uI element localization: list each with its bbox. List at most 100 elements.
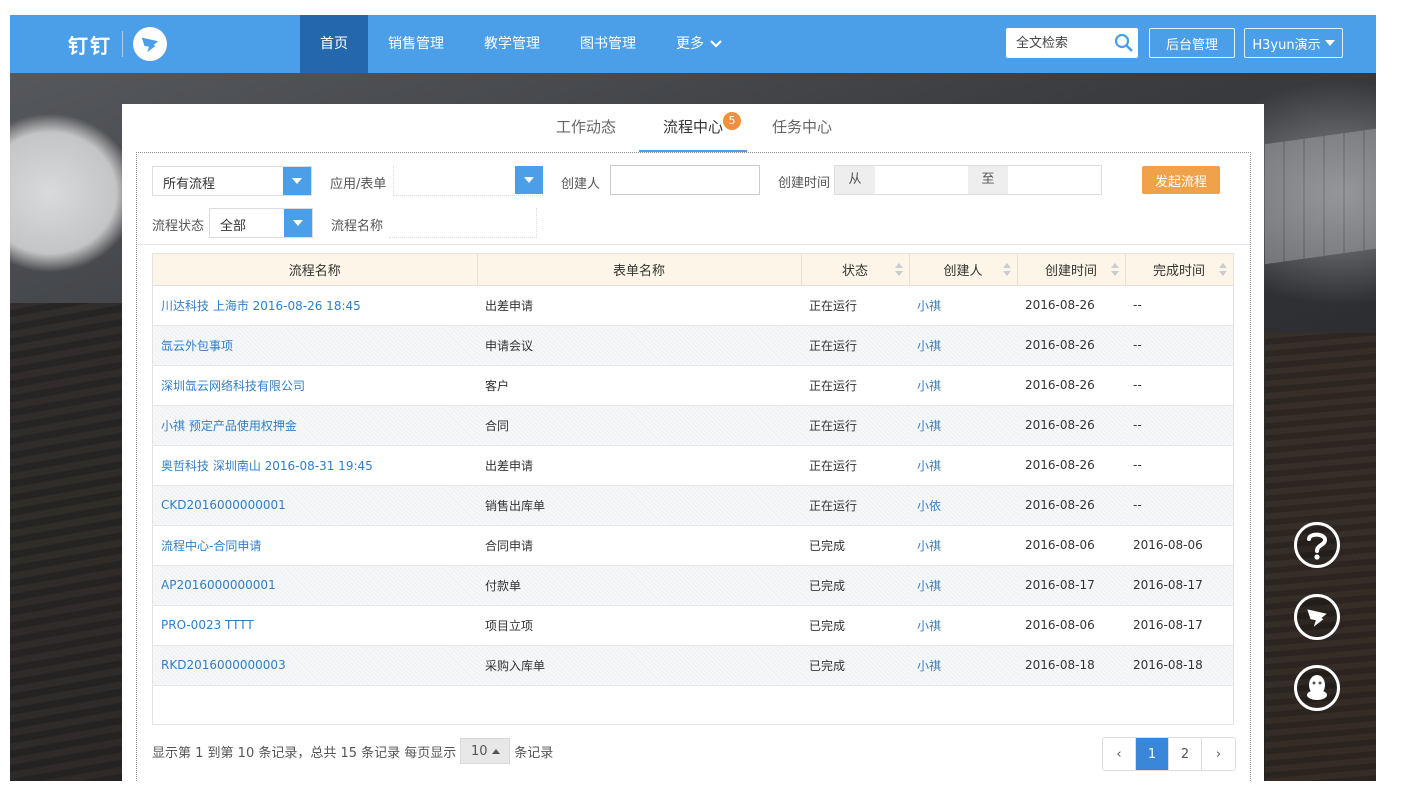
- table-row[interactable]: CKD2016000000001 销售出库单 正在运行 小依 2016-08-2…: [153, 485, 1233, 526]
- creator-link[interactable]: 小祺: [909, 565, 1017, 606]
- sort-icon: [894, 263, 903, 276]
- table-row[interactable]: 氙云外包事项 申请会议 正在运行 小祺 2016-08-26 --: [153, 325, 1233, 366]
- finished-time-cell: --: [1125, 325, 1233, 366]
- nav-item-sales[interactable]: 销售管理: [368, 15, 464, 73]
- main-panel: 工作动态 流程中心 5 任务中心 所有流程 应用/表单 创建人 创建时间 从 至…: [122, 104, 1264, 781]
- column-header-creator[interactable]: 创建人: [909, 254, 1018, 286]
- date-from-input[interactable]: [875, 166, 968, 194]
- form-name-cell: 出差申请: [477, 445, 801, 486]
- nav-item-home[interactable]: 首页: [300, 15, 368, 73]
- process-name-link[interactable]: CKD2016000000001: [153, 485, 477, 526]
- column-header-form-name[interactable]: 表单名称: [477, 254, 802, 286]
- help-button[interactable]: [1294, 522, 1340, 568]
- app-window: 钉钉 首页 销售管理 教学管理 图书管理 更多 后台管理 H3yun演示: [10, 15, 1376, 781]
- top-navbar: 钉钉 首页 销售管理 教学管理 图书管理 更多 后台管理 H3yun演示: [10, 15, 1376, 73]
- process-name-link[interactable]: AP2016000000001: [153, 565, 477, 606]
- nav-item-more[interactable]: 更多: [656, 15, 742, 73]
- process-name-link[interactable]: PRO-0023 TTTT: [153, 605, 477, 646]
- table-row[interactable]: 奥哲科技 深圳南山 2016-08-31 19:45 出差申请 正在运行 小祺 …: [153, 445, 1233, 486]
- pager-info-suffix: 条记录: [514, 745, 554, 761]
- search-icon[interactable]: [1114, 33, 1134, 53]
- creator-link[interactable]: 小祺: [909, 325, 1017, 366]
- select-value: 所有流程: [163, 177, 216, 192]
- logo-text: 钉钉: [68, 33, 112, 58]
- search-input[interactable]: [1006, 29, 1110, 57]
- table-row[interactable]: 流程中心-合同申请 合同申请 已完成 小祺 2016-08-06 2016-08…: [153, 525, 1233, 566]
- creator-link[interactable]: 小祺: [909, 645, 1017, 686]
- process-name-link[interactable]: 川达科技 上海市 2016-08-26 18:45: [153, 285, 477, 326]
- pager-info: 显示第 1 到第 10 条记录，总共 15 条记录 每页显示 10 条记录: [152, 738, 553, 764]
- chevron-down-icon: [710, 40, 722, 48]
- table-row[interactable]: RKD2016000000003 采购入库单 已完成 小祺 2016-08-18…: [153, 645, 1233, 686]
- caret-down-icon: [284, 209, 312, 237]
- process-name-link[interactable]: 深圳氙云网络科技有限公司: [153, 365, 477, 406]
- pagination: ‹ 1 2 ›: [1102, 737, 1236, 771]
- creator-link[interactable]: 小祺: [909, 525, 1017, 566]
- creator-link[interactable]: 小祺: [909, 445, 1017, 486]
- dingtalk-button[interactable]: [1294, 594, 1340, 640]
- table-row[interactable]: AP2016000000001 付款单 已完成 小祺 2016-08-17 20…: [153, 565, 1233, 606]
- form-name-cell: 合同: [477, 405, 801, 446]
- background-keyboard: [1265, 121, 1376, 265]
- start-process-button[interactable]: 发起流程: [1142, 166, 1220, 194]
- tab-label: 任务中心: [771, 118, 832, 136]
- process-name-link[interactable]: 奥哲科技 深圳南山 2016-08-31 19:45: [153, 445, 477, 486]
- created-time-cell: 2016-08-26: [1017, 485, 1125, 526]
- creator-link[interactable]: 小依: [909, 485, 1017, 526]
- tab-task-center[interactable]: 任务中心: [766, 116, 838, 152]
- creator-link[interactable]: 小祺: [909, 405, 1017, 446]
- status-cell: 已完成: [801, 645, 909, 686]
- form-name-cell: 合同申请: [477, 525, 801, 566]
- process-name-link[interactable]: 小祺 预定产品使用权押金: [153, 405, 477, 446]
- next-page-button[interactable]: ›: [1202, 738, 1235, 770]
- finished-time-cell: --: [1125, 365, 1233, 406]
- page-size-select[interactable]: 10: [460, 738, 511, 764]
- creator-link[interactable]: 小祺: [909, 285, 1017, 326]
- dingtalk-logo-icon: [133, 27, 167, 61]
- process-type-select[interactable]: 所有流程: [152, 166, 312, 196]
- nav-item-library[interactable]: 图书管理: [560, 15, 656, 73]
- prev-page-button[interactable]: ‹: [1103, 738, 1136, 770]
- date-to-input[interactable]: [1008, 166, 1101, 194]
- page-button-1[interactable]: 1: [1136, 738, 1169, 770]
- sort-icon: [1110, 263, 1119, 276]
- header-label: 表单名称: [612, 263, 665, 279]
- created-time-cell: 2016-08-26: [1017, 405, 1125, 446]
- sort-icon: [1002, 263, 1011, 276]
- table-row[interactable]: 深圳氙云网络科技有限公司 客户 正在运行 小祺 2016-08-26 --: [153, 365, 1233, 406]
- creator-link[interactable]: 小祺: [909, 365, 1017, 406]
- status-cell: 已完成: [801, 605, 909, 646]
- creator-label: 创建人: [561, 177, 601, 192]
- logo-divider: [122, 31, 123, 57]
- status-label: 流程状态: [152, 219, 205, 234]
- table-row[interactable]: 川达科技 上海市 2016-08-26 18:45 出差申请 正在运行 小祺 2…: [153, 285, 1233, 326]
- table-row[interactable]: PRO-0023 TTTT 项目立项 已完成 小祺 2016-08-06 201…: [153, 605, 1233, 646]
- creator-input[interactable]: [610, 165, 760, 195]
- column-header-status[interactable]: 状态: [801, 254, 910, 286]
- creator-link[interactable]: 小祺: [909, 605, 1017, 646]
- form-name-cell: 申请会议: [477, 325, 801, 366]
- table-row[interactable]: 小祺 预定产品使用权押金 合同 正在运行 小祺 2016-08-26 --: [153, 405, 1233, 446]
- nav-label: 更多: [676, 36, 704, 52]
- process-name-link[interactable]: 流程中心-合同申请: [153, 525, 477, 566]
- column-header-finished-time[interactable]: 完成时间: [1125, 254, 1234, 286]
- sort-icon: [1218, 263, 1227, 276]
- app-form-select[interactable]: [393, 166, 543, 196]
- tab-process-center[interactable]: 流程中心 5: [639, 112, 747, 152]
- process-name-input[interactable]: [389, 208, 537, 238]
- process-name-link[interactable]: RKD2016000000003: [153, 645, 477, 686]
- finished-time-cell: 2016-08-17: [1125, 605, 1233, 646]
- tab-work-activity[interactable]: 工作动态: [550, 116, 622, 152]
- column-header-created-time[interactable]: 创建时间: [1017, 254, 1126, 286]
- admin-button[interactable]: 后台管理: [1149, 28, 1235, 58]
- column-header-process-name[interactable]: 流程名称: [153, 254, 478, 286]
- nav-item-teaching[interactable]: 教学管理: [464, 15, 560, 73]
- process-name-link[interactable]: 氙云外包事项: [153, 325, 477, 366]
- page-button-2[interactable]: 2: [1169, 738, 1202, 770]
- logo[interactable]: 钉钉: [68, 27, 167, 61]
- user-menu-button[interactable]: H3yun演示: [1244, 28, 1343, 58]
- nav-label: 销售管理: [388, 36, 444, 52]
- status-select[interactable]: 全部: [209, 208, 313, 238]
- header-label: 流程名称: [288, 263, 341, 279]
- qq-button[interactable]: [1294, 665, 1340, 711]
